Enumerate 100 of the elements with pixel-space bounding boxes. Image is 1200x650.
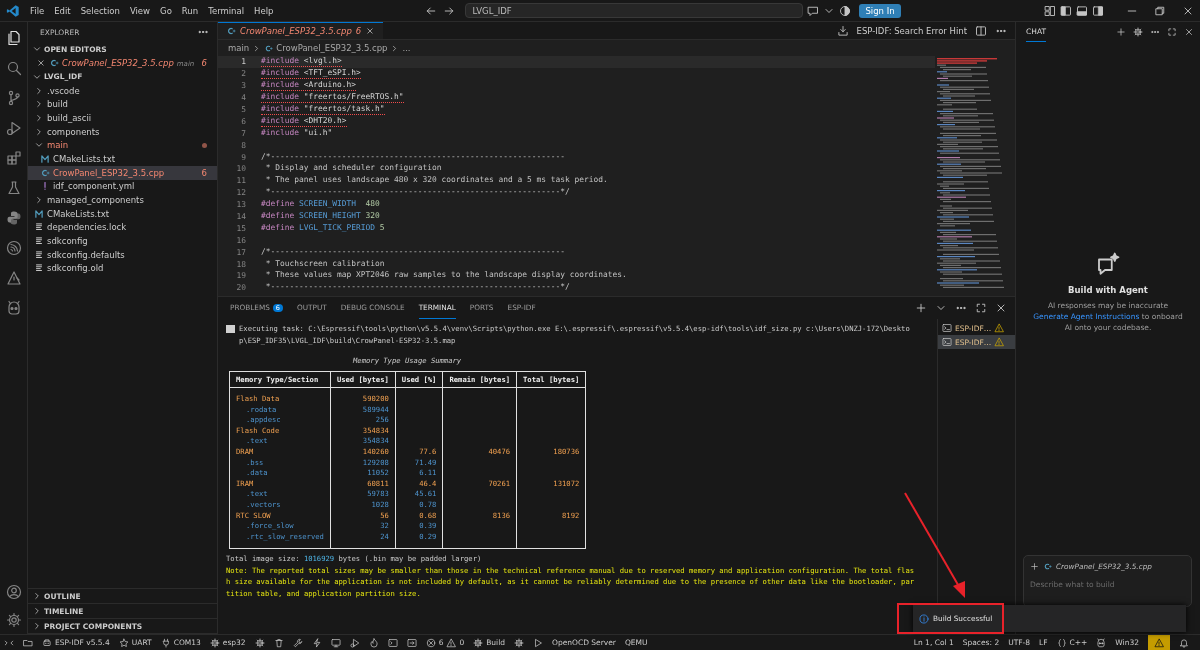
account-icon[interactable] [5, 584, 22, 600]
tree-folder[interactable]: components [28, 124, 217, 139]
chevron-right-icon [34, 126, 44, 137]
lines-icon [34, 263, 44, 274]
warning-icon [994, 323, 1005, 333]
sign-in-button[interactable]: Sign In [859, 3, 901, 18]
left-sidebar-icon[interactable] [1060, 4, 1072, 17]
editor-tab[interactable]: CrowPanel_ESP32_3.5.cpp 6 [218, 22, 384, 39]
bell-icon[interactable] [1179, 637, 1189, 648]
signal-circle-icon[interactable] [5, 240, 22, 256]
error-dot [202, 142, 207, 148]
settings-icon[interactable] [5, 612, 22, 628]
robot-icon[interactable] [5, 300, 22, 316]
tree-entry[interactable]: CMakeLists.txt [28, 152, 217, 166]
maximize-icon[interactable] [975, 302, 987, 314]
tree-entry[interactable]: sdkconfig.defaults [28, 247, 217, 262]
flask-icon[interactable] [5, 180, 22, 196]
bottom-panel-icon[interactable] [1076, 4, 1088, 17]
gear-icon[interactable] [254, 637, 265, 648]
c-plus-icon [264, 43, 274, 53]
menu-item[interactable]: Run [181, 5, 199, 16]
settings-icon[interactable] [1133, 27, 1143, 37]
c-plus-icon [49, 57, 59, 68]
plus-icon[interactable] [1030, 562, 1039, 571]
triangle-tool-icon[interactable] [5, 270, 22, 286]
menu-item[interactable]: Help [254, 5, 274, 16]
warning-icon [994, 337, 1005, 347]
command-center[interactable]: LVGL_IDF [465, 3, 804, 18]
box-arrow-icon[interactable] [406, 637, 417, 648]
tree-entry[interactable]: sdkconfig.old [28, 261, 217, 276]
monitor-icon[interactable] [330, 637, 341, 648]
bolt-icon[interactable] [311, 637, 322, 648]
restore-icon[interactable] [1154, 4, 1166, 17]
menu-item[interactable]: Terminal [208, 5, 245, 16]
gear-icon [209, 637, 220, 648]
close-icon [36, 57, 46, 68]
gear-icon[interactable] [514, 637, 525, 648]
warning-icon [1154, 637, 1164, 648]
close-icon[interactable] [1184, 27, 1194, 37]
right-sidebar-icon[interactable] [1092, 4, 1104, 17]
tree-folder[interactable]: build_ascii [28, 111, 217, 125]
tree-entry[interactable]: dependencies.lock [28, 220, 217, 235]
menu-item[interactable]: File [30, 5, 45, 16]
terminal-icon[interactable] [387, 637, 398, 648]
tree-entry[interactable]: idf_component.yml [28, 179, 217, 194]
tree-folder[interactable]: .vscode [28, 83, 217, 98]
breadcrumb-item[interactable]: main [228, 43, 250, 53]
forward-arrow-icon[interactable] [443, 4, 456, 17]
folder-icon[interactable] [23, 637, 33, 648]
play-bug-icon[interactable] [349, 637, 360, 648]
close-icon[interactable] [995, 302, 1007, 314]
tree-entry[interactable]: sdkconfig [28, 234, 217, 248]
c-plus-icon [40, 167, 50, 178]
blocks-icon[interactable] [5, 150, 22, 166]
app-logo-icon[interactable] [6, 3, 20, 18]
plus-icon[interactable] [915, 302, 927, 314]
chat-bubble-icon[interactable] [807, 4, 820, 17]
breadcrumb-item[interactable]: CrowPanel_ESP32_3.5.cpp [276, 43, 388, 53]
layout-icon[interactable] [1044, 4, 1056, 17]
remote-icon[interactable] [4, 637, 14, 648]
tree-entry[interactable]: CMakeLists.txt [28, 206, 217, 221]
menu-item[interactable]: Go [160, 5, 172, 16]
search-icon[interactable] [5, 60, 22, 76]
problem-count: 6 [201, 57, 207, 68]
play-icon[interactable] [533, 637, 544, 648]
twin-snakes-icon[interactable] [5, 210, 22, 226]
play-bug-icon[interactable] [5, 120, 22, 136]
menu-item[interactable]: Selection [80, 5, 120, 16]
chat-sparkle-icon [1096, 252, 1120, 276]
problem-count: 6 [201, 167, 207, 178]
files-icon[interactable] [5, 30, 22, 46]
task-marker [226, 325, 235, 333]
back-arrow-icon[interactable] [425, 4, 438, 17]
tree-folder[interactable]: build [28, 97, 217, 112]
trash-icon[interactable] [273, 637, 284, 648]
split-editor-icon[interactable] [975, 24, 987, 37]
robot-icon[interactable] [1096, 637, 1107, 648]
star-icon [118, 637, 129, 648]
gear-icon [473, 637, 484, 648]
tree-entry[interactable]: CrowPanel_ESP32_3.5.cpp 6 [28, 165, 217, 180]
half-circle-icon[interactable] [839, 4, 852, 17]
plus-icon[interactable] [1116, 27, 1126, 37]
lines-icon [34, 249, 44, 260]
menu-item[interactable]: Edit [54, 5, 71, 16]
problem-count: 6 [355, 26, 362, 36]
tree-folder[interactable]: main [28, 138, 217, 153]
maximize-icon[interactable] [1167, 27, 1177, 37]
flame-icon[interactable] [368, 637, 379, 648]
wrench-icon[interactable] [292, 637, 303, 648]
error-icon [425, 637, 436, 648]
c-plus-icon [226, 26, 236, 36]
tree-folder[interactable]: managed_components [28, 193, 217, 207]
download-tray-icon[interactable] [836, 24, 849, 37]
action-link[interactable]: ESP-IDF: Search Error Hint [856, 25, 967, 36]
close-icon[interactable] [365, 26, 376, 36]
c-plus-icon [1043, 562, 1052, 571]
breadcrumb-item[interactable]: ... [402, 43, 411, 53]
zigzag-icon [34, 208, 44, 219]
menu-item[interactable]: View [129, 5, 151, 16]
warning-status[interactable] [1148, 635, 1170, 650]
